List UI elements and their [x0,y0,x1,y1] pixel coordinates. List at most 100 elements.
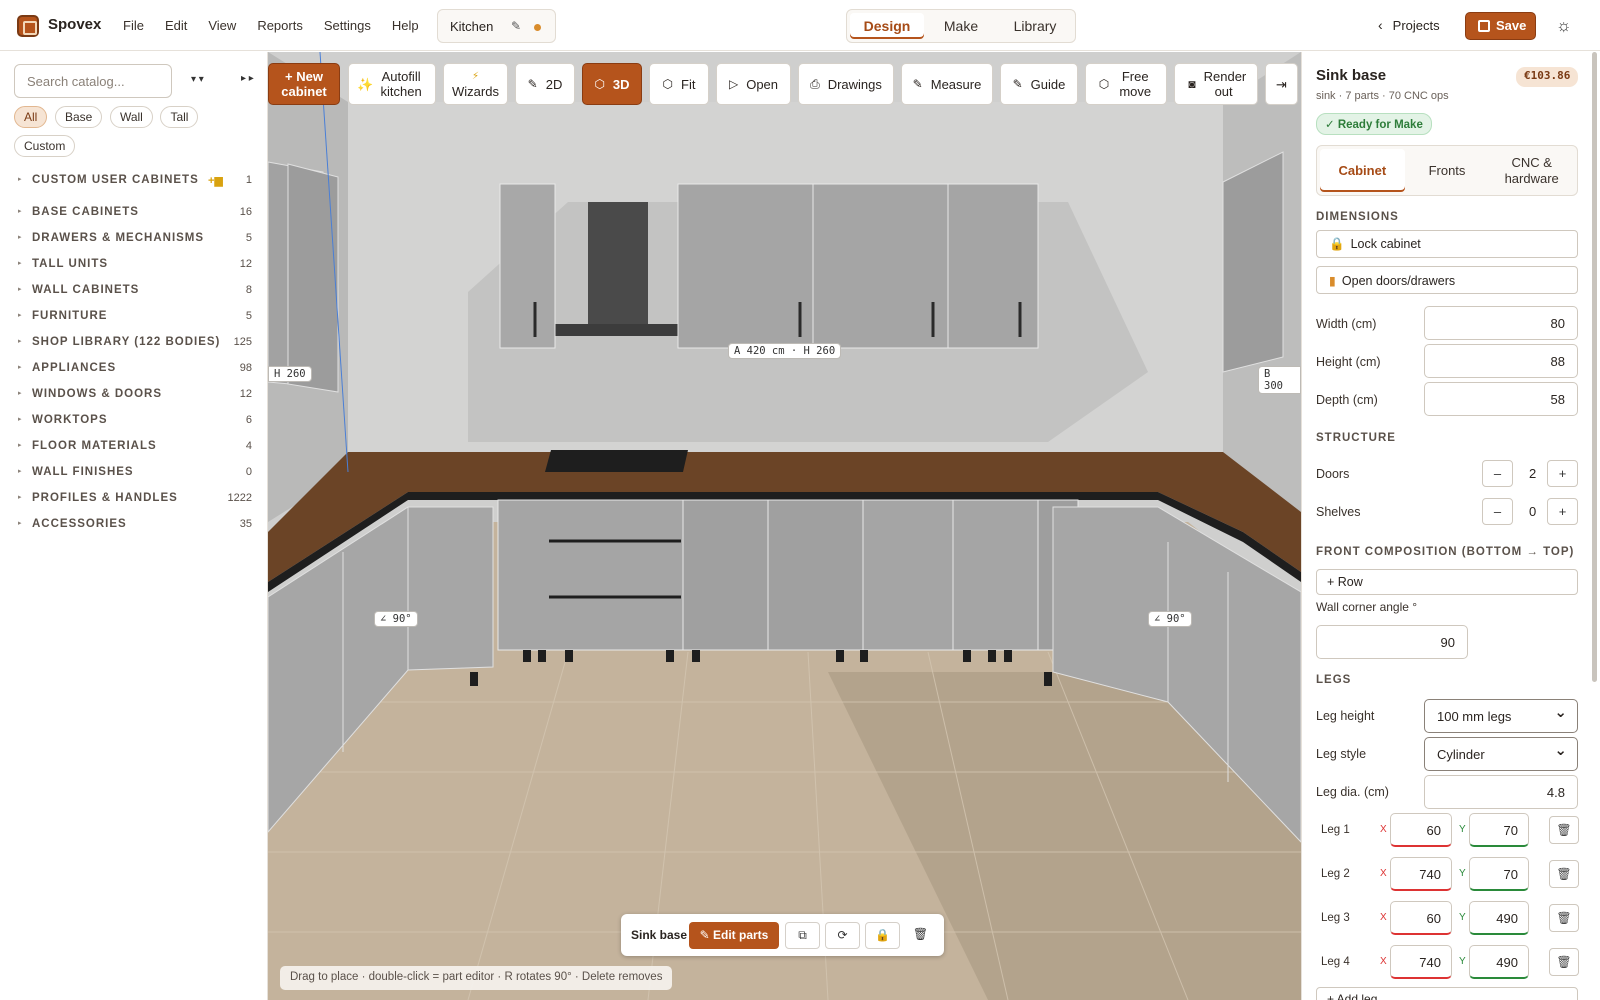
add-leg-button[interactable]: + Add leg [1316,987,1578,1000]
projects-link[interactable]: ‹ Projects [1378,17,1440,33]
category-shop-library[interactable]: ▸ SHOP LIBRARY (122 BODIES) 125 [0,332,268,358]
autofill-button[interactable]: ✨ Autofill kitchen [348,63,436,105]
tab-cabinet[interactable]: Cabinet [1320,149,1405,192]
trash-icon[interactable]: 🗑 [1549,948,1579,976]
pencil-icon[interactable]: ✎ [511,19,521,33]
new-folder-icon[interactable]: +▆ [208,174,223,187]
play-icon: ▷ [728,76,739,91]
tab-library[interactable]: Library [998,13,1072,39]
menu-file[interactable]: File [123,18,144,33]
category-worktops[interactable]: ▸ WORKTOPS 6 [0,410,268,436]
wizards-button[interactable]: ⚡ Wizards [443,63,508,105]
shelves-increment-button[interactable]: + [1547,498,1578,525]
leg-y-field[interactable]: 70 [1469,813,1529,847]
height-field[interactable]: 88 [1424,344,1578,378]
doors-increment-button[interactable]: + [1547,460,1578,487]
inspector-scrollbar[interactable] [1592,52,1597,682]
filter-tall[interactable]: Tall [160,106,199,128]
category-appliances[interactable]: ▸ APPLIANCES 98 [0,358,268,384]
tab-fronts[interactable]: Fronts [1405,149,1490,192]
collapse-sidebar-icon[interactable]: ▸ ▸ [241,73,254,84]
category-base-cabinets[interactable]: ▸ BASE CABINETS 16 [0,202,268,228]
menu-help[interactable]: Help [392,18,419,33]
drawings-button[interactable]: ⎙ Drawings [798,63,894,105]
search-input[interactable]: Search catalog... [14,64,172,98]
open-doors-button[interactable]: ▮ Open doors/drawers [1316,266,1578,294]
depth-field[interactable]: 58 [1424,382,1578,416]
open-button[interactable]: ▷ Open [716,63,791,105]
filter-custom[interactable]: Custom [14,135,76,157]
caret-right-icon: ▸ [18,390,23,397]
fit-button[interactable]: ⬡ Fit [649,63,709,105]
leg-y-field[interactable]: 70 [1469,857,1529,891]
lock-icon[interactable]: 🔒 [865,922,900,949]
trash-icon[interactable]: 🗑 [1549,904,1579,932]
category-floor-materials[interactable]: ▸ FLOOR MATERIALS 4 [0,436,268,462]
leg-y-field[interactable]: 490 [1469,901,1529,935]
rotate-icon[interactable]: ⟳ [825,922,860,949]
doors-label: Doors [1316,467,1350,481]
leg-style-select[interactable]: Cylinder [1424,737,1578,771]
width-field[interactable]: 80 [1424,306,1578,340]
edit-parts-button[interactable]: ✎ Edit parts [689,922,779,949]
viewport-hint: Drag to place · double-click = part edit… [280,966,673,990]
category-tall-units[interactable]: ▸ TALL UNITS 12 [0,254,268,280]
menu-settings[interactable]: Settings [324,18,371,33]
3d-viewport[interactable]: + New cabinet ✨ Autofill kitchen ⚡ Wizards… [268,52,1301,1000]
corner-angle-field[interactable]: 90 [1316,625,1468,659]
category-wall-cabinets[interactable]: ▸ WALL CABINETS 8 [0,280,268,306]
doors-decrement-button[interactable]: – [1482,460,1513,487]
app-header: Spovex File Edit View Reports Settings H… [0,0,1600,51]
tab-cnc-hardware[interactable]: CNC & hardware [1489,149,1574,192]
new-cabinet-button[interactable]: + New cabinet [268,63,340,105]
category-label: TALL UNITS [32,258,109,270]
kitchen-scene[interactable] [268,52,1301,1000]
category-profiles-handles[interactable]: ▸ PROFILES & HANDLES 1222 [0,488,268,514]
filter-base[interactable]: Base [54,106,103,128]
menu-view[interactable]: View [208,18,236,33]
trash-icon[interactable]: 🗑 [1549,860,1579,888]
category-custom-user-cabinets[interactable]: ▸ CUSTOM USER CABINETS +▆ 1 [0,170,268,196]
filter-all[interactable]: All [14,106,48,128]
leg-x-field[interactable]: 60 [1390,901,1452,935]
free-move-button[interactable]: ⬡ Free move [1085,63,1167,105]
menu-reports[interactable]: Reports [257,18,303,33]
leg-x-field[interactable]: 740 [1390,857,1452,891]
tab-design[interactable]: Design [850,13,924,39]
save-button[interactable]: Save [1465,12,1536,40]
category-furniture[interactable]: ▸ FURNITURE 5 [0,306,268,332]
trash-icon[interactable]: 🗑 [1549,816,1579,844]
open-label: Open [746,76,779,92]
view-2d-button[interactable]: ✎ 2D [515,63,575,105]
category-accessories[interactable]: ▸ ACCESSORIES 35 [0,514,268,540]
measure-button[interactable]: ✎ Measure [901,63,993,105]
leg-row: Leg 3 X 60 Y 490 🗑 [1316,901,1579,937]
leg-diameter-field[interactable]: 4.8 [1424,775,1578,809]
guide-button[interactable]: ✎ Guide [1000,63,1078,105]
leg-height-select[interactable]: 100 mm legs [1424,699,1578,733]
category-count: 12 [239,388,252,400]
tab-make[interactable]: Make [924,13,998,39]
collapse-panel-icon[interactable]: ⇥ [1265,63,1298,105]
shelves-decrement-button[interactable]: – [1482,498,1513,525]
category-drawers[interactable]: ▸ DRAWERS & MECHANISMS 5 [0,228,268,254]
sort-dropdown-icon[interactable]: ▾ ▾ [191,74,204,85]
leg-x-field[interactable]: 740 [1390,945,1452,979]
duplicate-icon[interactable]: ⧉ [785,922,820,949]
project-name-field[interactable]: Kitchen ✎ [437,9,556,43]
add-row-button[interactable]: + Row [1316,569,1578,595]
y-axis-label: Y [1459,868,1466,879]
price-badge: €103.86 [1516,67,1579,87]
leg-y-field[interactable]: 490 [1469,945,1529,979]
lock-cabinet-button[interactable]: 🔒 Lock cabinet [1316,230,1578,258]
leg-x-field[interactable]: 60 [1390,813,1452,847]
view-3d-button[interactable]: ⬡ 3D [582,63,642,105]
category-wall-finishes[interactable]: ▸ WALL FINISHES 0 [0,462,268,488]
cube-outline-icon: ⬡ [662,76,674,91]
sun-icon[interactable]: ☼ [1556,16,1572,36]
filter-wall[interactable]: Wall [109,106,153,128]
category-windows-doors[interactable]: ▸ WINDOWS & DOORS 12 [0,384,268,410]
menu-edit[interactable]: Edit [165,18,187,33]
trash-icon[interactable]: 🗑 [903,922,938,949]
render-button[interactable]: ◙ Render out [1174,63,1258,105]
